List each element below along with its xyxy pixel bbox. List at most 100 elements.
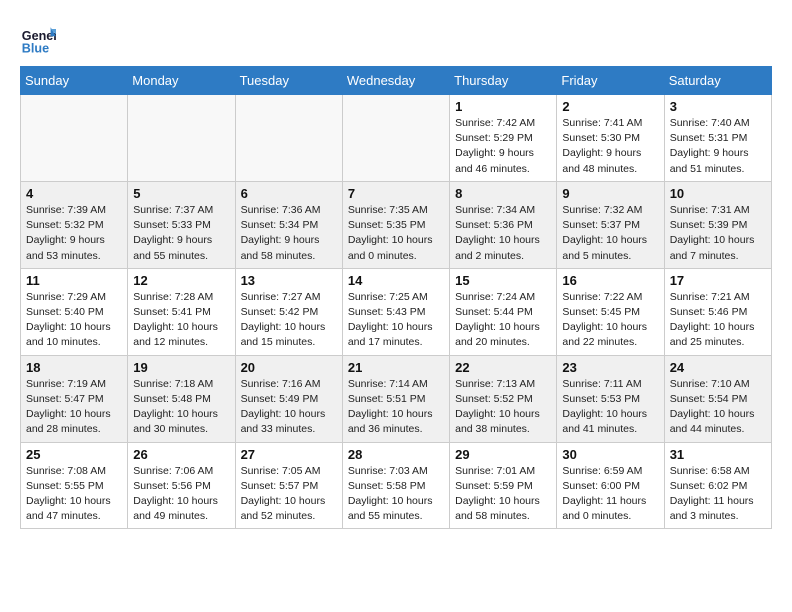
- day-number: 31: [670, 447, 766, 462]
- calendar-week-2: 4Sunrise: 7:39 AM Sunset: 5:32 PM Daylig…: [21, 181, 772, 268]
- day-number: 22: [455, 360, 551, 375]
- day-number: 18: [26, 360, 122, 375]
- calendar-cell: 12Sunrise: 7:28 AM Sunset: 5:41 PM Dayli…: [128, 268, 235, 355]
- day-info: Sunrise: 6:58 AM Sunset: 6:02 PM Dayligh…: [670, 464, 766, 525]
- logo-icon: General Blue: [20, 20, 56, 56]
- day-number: 7: [348, 186, 444, 201]
- day-number: 1: [455, 99, 551, 114]
- day-info: Sunrise: 7:10 AM Sunset: 5:54 PM Dayligh…: [670, 377, 766, 438]
- day-number: 23: [562, 360, 658, 375]
- calendar-cell: [21, 95, 128, 182]
- svg-text:Blue: Blue: [22, 41, 49, 55]
- day-number: 17: [670, 273, 766, 288]
- day-number: 13: [241, 273, 337, 288]
- day-number: 15: [455, 273, 551, 288]
- calendar-cell: 25Sunrise: 7:08 AM Sunset: 5:55 PM Dayli…: [21, 442, 128, 529]
- calendar-cell: 23Sunrise: 7:11 AM Sunset: 5:53 PM Dayli…: [557, 355, 664, 442]
- calendar-cell: 11 Sunrise: 7:29 AM Sunset: 5:40 PM Dayli…: [21, 268, 128, 355]
- day-info: Sunrise: 7:29 AM Sunset: 5:40 PM Dayligh…: [26, 290, 122, 351]
- weekday-header-friday: Friday: [557, 67, 664, 95]
- day-info: Sunrise: 7:22 AM Sunset: 5:45 PM Dayligh…: [562, 290, 658, 351]
- weekday-header-sunday: Sunday: [21, 67, 128, 95]
- calendar-cell: 19 Sunrise: 7:18 AM Sunset: 5:48 PM Dayli…: [128, 355, 235, 442]
- day-number: 14: [348, 273, 444, 288]
- calendar-cell: 30 Sunrise: 6:59 AM Sunset: 6:00 PM Dayli…: [557, 442, 664, 529]
- calendar-cell: 17 Sunrise: 7:21 AM Sunset: 5:46 PM Dayli…: [664, 268, 771, 355]
- calendar-header-row: SundayMondayTuesdayWednesdayThursdayFrid…: [21, 67, 772, 95]
- calendar-week-5: 25Sunrise: 7:08 AM Sunset: 5:55 PM Dayli…: [21, 442, 772, 529]
- calendar-cell: 18 Sunrise: 7:19 AM Sunset: 5:47 PM Dayli…: [21, 355, 128, 442]
- calendar-cell: 24 Sunrise: 7:10 AM Sunset: 5:54 PM Dayli…: [664, 355, 771, 442]
- day-number: 8: [455, 186, 551, 201]
- calendar-cell: 28 Sunrise: 7:03 AM Sunset: 5:58 PM Dayli…: [342, 442, 449, 529]
- day-info: Sunrise: 7:40 AM Sunset: 5:31 PM Dayligh…: [670, 116, 766, 177]
- calendar-week-3: 11 Sunrise: 7:29 AM Sunset: 5:40 PM Dayli…: [21, 268, 772, 355]
- calendar-cell: 10Sunrise: 7:31 AM Sunset: 5:39 PM Dayli…: [664, 181, 771, 268]
- calendar-cell: 20Sunrise: 7:16 AM Sunset: 5:49 PM Dayli…: [235, 355, 342, 442]
- day-number: 10: [670, 186, 766, 201]
- day-number: 5: [133, 186, 229, 201]
- day-info: Sunrise: 7:18 AM Sunset: 5:48 PM Dayligh…: [133, 377, 229, 438]
- day-number: 24: [670, 360, 766, 375]
- day-number: 26: [133, 447, 229, 462]
- calendar-cell: 27Sunrise: 7:05 AM Sunset: 5:57 PM Dayli…: [235, 442, 342, 529]
- day-number: 9: [562, 186, 658, 201]
- calendar-cell: 13 Sunrise: 7:27 AM Sunset: 5:42 PM Dayli…: [235, 268, 342, 355]
- day-number: 3: [670, 99, 766, 114]
- page-header: General Blue: [20, 20, 772, 56]
- calendar-cell: 14 Sunrise: 7:25 AM Sunset: 5:43 PM Dayli…: [342, 268, 449, 355]
- calendar-cell: 3 Sunrise: 7:40 AM Sunset: 5:31 PM Daylig…: [664, 95, 771, 182]
- day-number: 21: [348, 360, 444, 375]
- calendar-cell: 15Sunrise: 7:24 AM Sunset: 5:44 PM Dayli…: [450, 268, 557, 355]
- day-info: Sunrise: 7:13 AM Sunset: 5:52 PM Dayligh…: [455, 377, 551, 438]
- weekday-header-saturday: Saturday: [664, 67, 771, 95]
- day-info: Sunrise: 7:06 AM Sunset: 5:56 PM Dayligh…: [133, 464, 229, 525]
- weekday-header-wednesday: Wednesday: [342, 67, 449, 95]
- day-info: Sunrise: 7:39 AM Sunset: 5:32 PM Dayligh…: [26, 203, 122, 264]
- day-number: 20: [241, 360, 337, 375]
- day-info: Sunrise: 7:32 AM Sunset: 5:37 PM Dayligh…: [562, 203, 658, 264]
- day-info: Sunrise: 7:25 AM Sunset: 5:43 PM Dayligh…: [348, 290, 444, 351]
- day-info: Sunrise: 7:21 AM Sunset: 5:46 PM Dayligh…: [670, 290, 766, 351]
- calendar-cell: 6 Sunrise: 7:36 AM Sunset: 5:34 PM Daylig…: [235, 181, 342, 268]
- day-number: 28: [348, 447, 444, 462]
- day-number: 19: [133, 360, 229, 375]
- calendar-cell: 16 Sunrise: 7:22 AM Sunset: 5:45 PM Dayli…: [557, 268, 664, 355]
- calendar-week-4: 18 Sunrise: 7:19 AM Sunset: 5:47 PM Dayli…: [21, 355, 772, 442]
- day-info: Sunrise: 7:36 AM Sunset: 5:34 PM Dayligh…: [241, 203, 337, 264]
- calendar-cell: 4Sunrise: 7:39 AM Sunset: 5:32 PM Daylig…: [21, 181, 128, 268]
- calendar-cell: [128, 95, 235, 182]
- day-number: 29: [455, 447, 551, 462]
- weekday-header-tuesday: Tuesday: [235, 67, 342, 95]
- calendar-cell: 5 Sunrise: 7:37 AM Sunset: 5:33 PM Daylig…: [128, 181, 235, 268]
- day-info: Sunrise: 7:35 AM Sunset: 5:35 PM Dayligh…: [348, 203, 444, 264]
- calendar-cell: 22 Sunrise: 7:13 AM Sunset: 5:52 PM Dayli…: [450, 355, 557, 442]
- day-number: 30: [562, 447, 658, 462]
- day-info: Sunrise: 6:59 AM Sunset: 6:00 PM Dayligh…: [562, 464, 658, 525]
- day-number: 27: [241, 447, 337, 462]
- day-info: Sunrise: 7:03 AM Sunset: 5:58 PM Dayligh…: [348, 464, 444, 525]
- logo: General Blue: [20, 20, 60, 56]
- calendar-cell: 31 Sunrise: 6:58 AM Sunset: 6:02 PM Dayli…: [664, 442, 771, 529]
- day-info: Sunrise: 7:19 AM Sunset: 5:47 PM Dayligh…: [26, 377, 122, 438]
- day-info: Sunrise: 7:27 AM Sunset: 5:42 PM Dayligh…: [241, 290, 337, 351]
- day-info: Sunrise: 7:41 AM Sunset: 5:30 PM Dayligh…: [562, 116, 658, 177]
- calendar-cell: 29 Sunrise: 7:01 AM Sunset: 5:59 PM Dayli…: [450, 442, 557, 529]
- day-info: Sunrise: 7:34 AM Sunset: 5:36 PM Dayligh…: [455, 203, 551, 264]
- day-number: 25: [26, 447, 122, 462]
- day-info: Sunrise: 7:01 AM Sunset: 5:59 PM Dayligh…: [455, 464, 551, 525]
- day-info: Sunrise: 7:42 AM Sunset: 5:29 PM Dayligh…: [455, 116, 551, 177]
- day-number: 6: [241, 186, 337, 201]
- day-info: Sunrise: 7:28 AM Sunset: 5:41 PM Dayligh…: [133, 290, 229, 351]
- calendar-cell: 8 Sunrise: 7:34 AM Sunset: 5:36 PM Daylig…: [450, 181, 557, 268]
- calendar-cell: 2 Sunrise: 7:41 AM Sunset: 5:30 PM Daylig…: [557, 95, 664, 182]
- calendar-week-1: 1 Sunrise: 7:42 AM Sunset: 5:29 PM Daylig…: [21, 95, 772, 182]
- day-number: 2: [562, 99, 658, 114]
- day-info: Sunrise: 7:37 AM Sunset: 5:33 PM Dayligh…: [133, 203, 229, 264]
- calendar: SundayMondayTuesdayWednesdayThursdayFrid…: [20, 66, 772, 529]
- day-number: 11: [26, 273, 122, 288]
- day-number: 16: [562, 273, 658, 288]
- weekday-header-thursday: Thursday: [450, 67, 557, 95]
- calendar-cell: 9 Sunrise: 7:32 AM Sunset: 5:37 PM Daylig…: [557, 181, 664, 268]
- calendar-cell: [235, 95, 342, 182]
